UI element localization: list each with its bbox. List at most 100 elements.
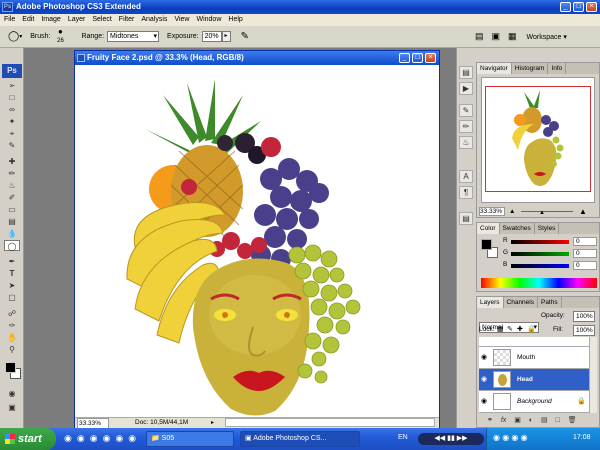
opacity-input[interactable]: 100% — [573, 311, 595, 322]
workspace-menu[interactable]: Workspace ▾ — [527, 33, 567, 41]
gradient-tool-icon[interactable]: ▤ — [4, 216, 20, 227]
tab-styles[interactable]: Styles — [535, 223, 560, 234]
adjustment-layer-icon[interactable]: ◐ — [529, 417, 533, 424]
menu-help[interactable]: Help — [228, 14, 242, 26]
pen-tool-icon[interactable]: ✒ — [4, 256, 20, 267]
minimize-button[interactable]: _ — [560, 2, 571, 12]
brush-tool-icon[interactable]: ✏ — [4, 168, 20, 179]
lock-position-icon[interactable]: ✚ — [517, 325, 523, 333]
dock-history-icon[interactable]: ▤ — [459, 66, 473, 79]
dock-clone-source-icon[interactable]: ♨ — [459, 136, 473, 149]
dock-brushes-icon[interactable]: ✏ — [459, 120, 473, 133]
horizontal-scrollbar[interactable] — [225, 418, 435, 427]
file-browser-icon[interactable]: ▤ — [475, 31, 484, 42]
fill-input[interactable]: 100% — [573, 325, 595, 336]
navigator-zoom[interactable]: 33.33% — [479, 207, 505, 216]
delete-layer-icon[interactable]: 🗑 — [568, 417, 577, 424]
quicklaunch-icon-4[interactable]: ◉ — [103, 433, 111, 444]
zoom-tool-icon[interactable]: ⚲ — [4, 344, 20, 355]
blue-value[interactable]: 0 — [573, 261, 597, 270]
media-player-controls[interactable]: ◀◀ ▮▮ ▶▶ — [418, 433, 484, 445]
maximize-button[interactable]: □ — [573, 2, 584, 12]
zoom-in-icon[interactable]: ▲ — [579, 206, 587, 217]
brush-picker[interactable]: ● 26 — [53, 28, 67, 45]
taskbar-item-photoshop[interactable]: ▣ Adobe Photoshop CS... — [240, 431, 360, 447]
exposure-input[interactable]: 20% — [201, 31, 222, 42]
dock-actions-icon[interactable]: ▶ — [459, 82, 473, 95]
menu-edit[interactable]: Edit — [22, 14, 34, 26]
dock-character-icon[interactable]: A — [459, 170, 473, 183]
hand-tool-icon[interactable]: ✋ — [4, 332, 20, 343]
color-spectrum-ramp[interactable] — [481, 278, 597, 288]
slice-tool-icon[interactable]: ✎ — [4, 140, 20, 151]
palette-well-icon[interactable]: ▦ — [508, 31, 517, 42]
red-value[interactable]: 0 — [573, 237, 597, 246]
menu-analysis[interactable]: Analysis — [141, 14, 167, 26]
zoom-out-icon[interactable]: ▲ — [509, 206, 515, 217]
dock-layer-comps-icon[interactable]: ▤ — [459, 212, 473, 225]
menu-window[interactable]: Window — [196, 14, 221, 26]
link-layers-icon[interactable]: ⚭ — [487, 417, 493, 424]
layer-row-mouth[interactable]: ◉ Mouth — [479, 347, 589, 369]
quicklaunch-icon-1[interactable]: ◉ — [64, 433, 72, 444]
move-tool-icon[interactable]: ➢ — [4, 80, 20, 91]
navigator-preview[interactable] — [481, 77, 595, 203]
eraser-tool-icon[interactable]: ▭ — [4, 204, 20, 215]
zoom-slider-thumb[interactable]: ▲ — [539, 208, 545, 219]
visibility-eye-icon[interactable]: ◉ — [481, 397, 487, 405]
screen-mode-icon[interactable]: ▣ — [4, 402, 20, 413]
image-canvas[interactable] — [75, 65, 439, 417]
tab-channels[interactable]: Channels — [504, 297, 538, 308]
clone-stamp-icon[interactable]: ♨ — [4, 180, 20, 191]
foreground-color-swatch-top[interactable] — [5, 362, 16, 373]
tab-paths[interactable]: Paths — [538, 297, 562, 308]
tray-icons[interactable]: ◉ ◉ ◉ ◉ — [493, 433, 528, 442]
menu-layer[interactable]: Layer — [68, 14, 86, 26]
close-button[interactable]: × — [586, 2, 597, 12]
visibility-eye-icon[interactable]: ◉ — [481, 353, 487, 361]
layer-mask-icon[interactable]: ▣ — [514, 417, 521, 424]
magic-wand-icon[interactable]: ✦ — [4, 116, 20, 127]
layer-row-head[interactable]: ◉ Head — [479, 369, 589, 391]
menu-image[interactable]: Image — [41, 14, 60, 26]
doc-info-arrow-icon[interactable]: ▸ — [211, 418, 214, 428]
layers-scrollbar[interactable] — [589, 337, 597, 413]
tab-layers[interactable]: Layers — [477, 297, 504, 308]
exposure-slider-toggle[interactable]: ▸ — [221, 31, 231, 42]
lock-all-icon[interactable]: 🔒 — [527, 325, 536, 333]
tab-navigator[interactable]: Navigator — [477, 63, 512, 74]
red-slider[interactable] — [511, 240, 569, 244]
color-fg-swatch-top[interactable] — [481, 239, 492, 250]
dodge-tool-icon[interactable]: ◯ — [8, 31, 19, 42]
lock-image-icon[interactable]: ✎ — [507, 325, 513, 333]
new-layer-icon[interactable]: □ — [556, 417, 560, 424]
notes-tool-icon[interactable]: ☍ — [4, 308, 20, 319]
menu-view[interactable]: View — [174, 14, 189, 26]
doc-maximize-button[interactable]: □ — [412, 53, 423, 63]
shape-tool-icon[interactable]: ▢ — [4, 292, 20, 303]
history-brush-icon[interactable]: ✐ — [4, 192, 20, 203]
quicklaunch-icon-3[interactable]: ◉ — [90, 433, 98, 444]
eyedropper-tool-icon[interactable]: ✑ — [4, 320, 20, 331]
new-group-icon[interactable]: ▤ — [541, 417, 548, 424]
quicklaunch-icon-6[interactable]: ◉ — [128, 433, 136, 444]
tab-color[interactable]: Color — [477, 223, 500, 234]
clock[interactable]: 17:08 — [573, 434, 591, 441]
zoom-slider[interactable] — [521, 211, 573, 212]
bridge-icon[interactable]: ▣ — [491, 31, 500, 42]
crop-tool-icon[interactable]: ⌖ — [4, 128, 20, 139]
dodge-tool-selected-icon[interactable]: ◯ — [4, 240, 20, 251]
lasso-tool-icon[interactable]: ∞ — [4, 104, 20, 115]
doc-close-button[interactable]: × — [425, 53, 436, 63]
quicklaunch-icon-2[interactable]: ◉ — [77, 433, 85, 444]
doc-minimize-button[interactable]: _ — [399, 53, 410, 63]
tab-swatches[interactable]: Swatches — [500, 223, 535, 234]
language-indicator[interactable]: EN — [398, 434, 408, 441]
menu-file[interactable]: File — [4, 14, 15, 26]
quick-mask-icon[interactable]: ◉ — [4, 388, 20, 399]
blue-slider[interactable] — [511, 264, 569, 268]
green-value[interactable]: 0 — [573, 249, 597, 258]
layer-row-background[interactable]: ◉ Background 🔒 — [479, 391, 589, 413]
range-select[interactable]: Midtones — [107, 31, 160, 42]
tool-preset-arrow-icon[interactable]: ▾ — [19, 33, 22, 40]
